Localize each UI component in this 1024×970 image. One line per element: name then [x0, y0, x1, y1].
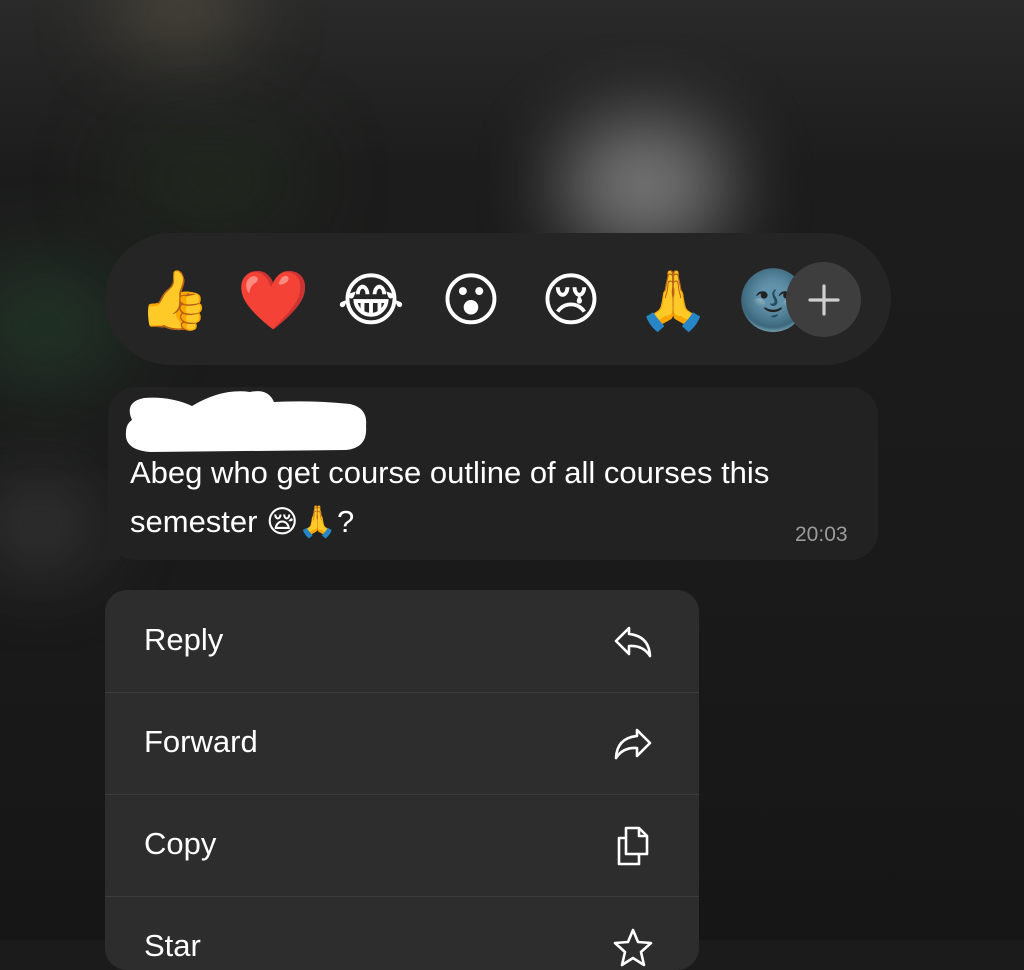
- menu-item-label: Copy: [144, 826, 217, 861]
- message-context-menu: Reply Forward Copy Star: [105, 590, 699, 970]
- reaction-red-heart[interactable]: ❤️: [237, 269, 309, 331]
- reaction-surprised[interactable]: 😮: [437, 269, 505, 331]
- reaction-thumbs-up[interactable]: 👍: [138, 269, 210, 331]
- reaction-bar: 👍 ❤️ 😂 😮 😢 🙏 🌚: [105, 233, 891, 365]
- plus-icon: [807, 283, 840, 316]
- reply-icon: [614, 626, 652, 658]
- background-blur: [0, 480, 100, 570]
- message-timestamp: 20:03: [795, 523, 848, 546]
- reaction-crying[interactable]: 😢: [537, 269, 605, 331]
- star-icon: [613, 928, 653, 967]
- menu-item-label: Star: [144, 928, 201, 963]
- forward-icon: [614, 728, 652, 760]
- menu-item-reply[interactable]: Reply: [105, 590, 699, 693]
- menu-item-copy[interactable]: Copy: [105, 794, 699, 897]
- copy-icon: [617, 826, 649, 866]
- reaction-tears-of-joy[interactable]: 😂: [337, 269, 405, 331]
- background-blur: [110, 0, 250, 50]
- message-text: Abeg who get course outline of all cours…: [130, 455, 770, 539]
- add-reaction-button[interactable]: [786, 262, 861, 337]
- menu-item-forward[interactable]: Forward: [105, 692, 699, 795]
- background-blur: [110, 120, 310, 240]
- background-blur: [560, 120, 730, 250]
- sender-name-redaction: [125, 391, 367, 452]
- menu-item-star[interactable]: Star: [105, 896, 699, 970]
- menu-item-label: Reply: [144, 622, 224, 657]
- reaction-folded-hands[interactable]: 🙏: [637, 269, 709, 331]
- menu-item-label: Forward: [144, 724, 258, 759]
